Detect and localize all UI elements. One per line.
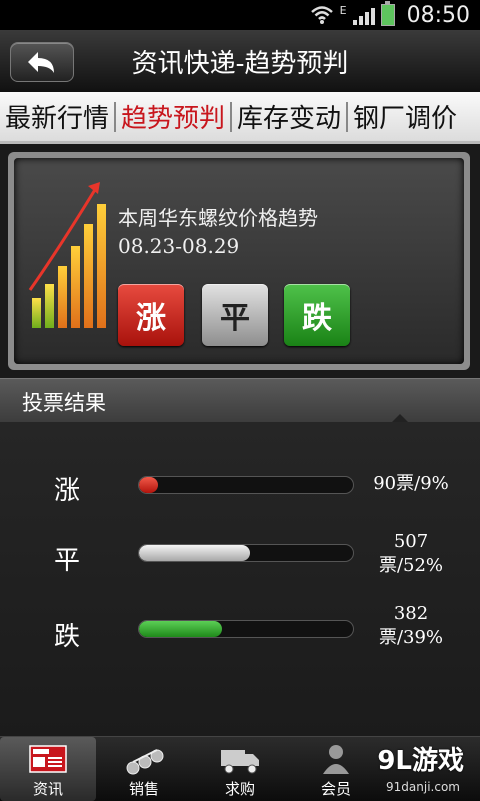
vote-results: 涨 90票/9% 平 507票/52% 跌 382票/39% [0,422,480,736]
wifi-icon [310,6,333,24]
tab-mill-price-adjust[interactable]: 钢厂调价 [348,98,462,135]
status-bar: E 08:50 [0,0,480,30]
result-bar-flat [138,544,354,562]
result-bar-fill-down [139,621,223,637]
back-arrow-icon [28,52,54,73]
forecast-question: 本周华东螺纹价格趋势08.23-08.29 [118,206,318,258]
forecast-card: 本周华东螺纹价格趋势08.23-08.29 涨 平 跌 [8,152,470,370]
back-button[interactable] [10,42,74,82]
steel-pipes-icon [126,749,164,775]
nav-sales[interactable]: 销售 [96,737,192,801]
vote-up-button[interactable]: 涨 [118,284,184,346]
result-value-down: 382票/39% [378,603,444,648]
tab-latest-market[interactable]: 最新行情 [0,98,114,135]
nav-label-sales: 销售 [128,780,159,798]
nav-label-news: 资讯 [32,780,63,798]
truck-icon [221,750,259,774]
news-icon [29,745,67,773]
result-bar-fill-flat [139,545,251,561]
tab-inventory-change[interactable]: 库存变动 [232,98,346,135]
watermark-brand: 9L游戏 [377,746,464,776]
result-label-down: 跌 [54,622,81,652]
nav-news[interactable]: 资讯 [0,737,96,801]
forecast-card-inner: 本周华东螺纹价格趋势08.23-08.29 涨 平 跌 [14,158,464,364]
app-header: 资讯快递-趋势预判 [0,30,480,93]
vote-flat-button[interactable]: 平 [202,284,268,346]
rising-chart-icon [28,182,106,328]
page-title: 资讯快递-趋势预判 [131,48,349,79]
watermark: 9L游戏 91danji.com [324,738,474,796]
signal-icon [352,5,375,25]
result-label-up: 涨 [54,476,81,506]
nav-label-purchase: 求购 [224,780,255,798]
result-value-flat: 507票/52% [378,531,444,576]
status-time: 08:50 [406,2,470,28]
nav-purchase[interactable]: 求购 [192,737,288,801]
result-label-flat: 平 [54,546,81,576]
results-header: 投票结果 [0,378,480,424]
vote-down-button[interactable]: 跌 [284,284,350,346]
result-bar-up [138,476,354,494]
results-title: 投票结果 [22,391,106,415]
tab-trend-forecast[interactable]: 趋势预判 [116,98,230,135]
watermark-url: 91danji.com [386,780,460,794]
network-type: E [339,4,347,17]
tab-bar: 最新行情 趋势预判 库存变动 钢厂调价 [0,92,480,144]
result-value-up: 90票/9% [373,473,449,494]
result-bar-fill-up [139,477,159,493]
result-bar-down [138,620,354,638]
battery-icon [380,1,395,26]
